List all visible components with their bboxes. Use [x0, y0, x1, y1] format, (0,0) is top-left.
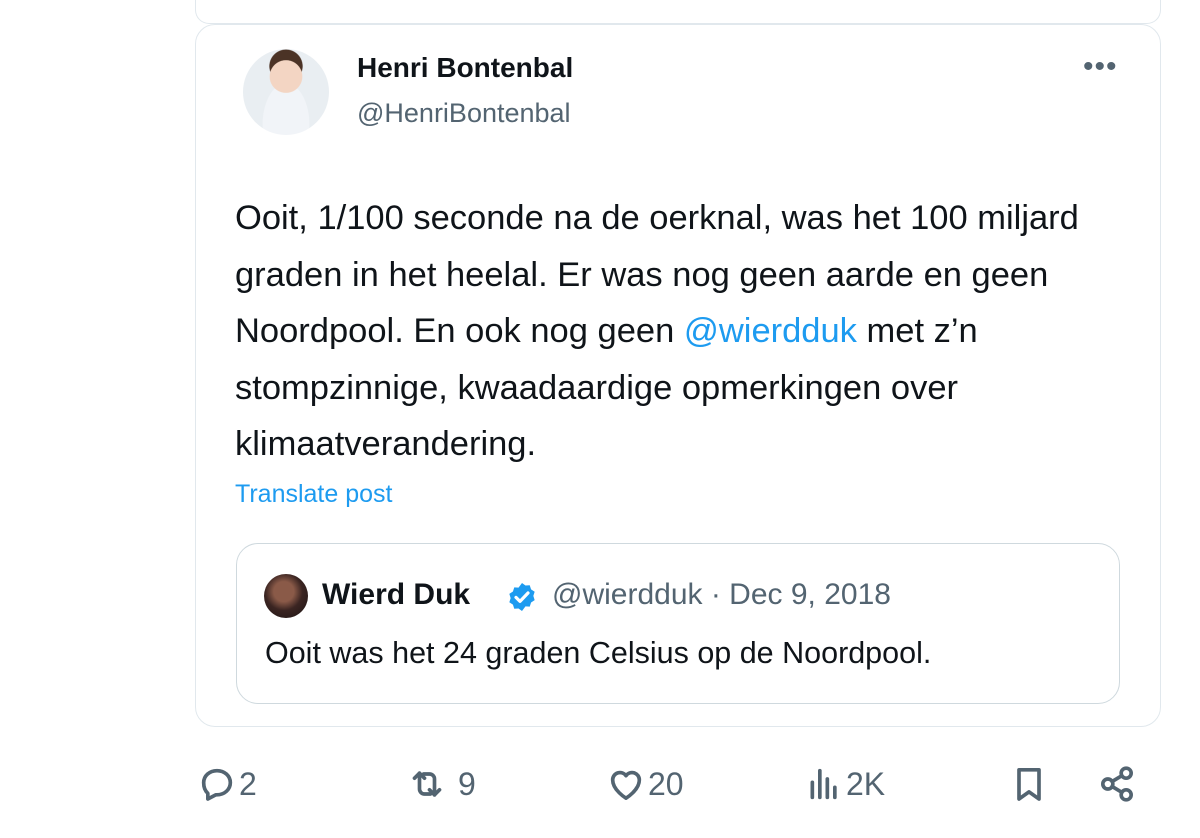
- repost-button[interactable]: 9: [398, 763, 476, 805]
- quoted-post[interactable]: [236, 543, 1120, 704]
- like-icon: [610, 770, 642, 800]
- quoted-text: Ooit was het 24 graden Celsius op de Noo…: [265, 636, 932, 670]
- quoted-handle-date: @wierdduk · Dec 9, 2018: [552, 578, 891, 611]
- share-button[interactable]: [1097, 763, 1137, 805]
- views-button[interactable]: 2K: [804, 763, 885, 805]
- bookmark-button[interactable]: [1009, 763, 1049, 805]
- reply-icon: [201, 768, 233, 801]
- previous-post-frame: [195, 0, 1161, 24]
- translate-post-link[interactable]: Translate post: [235, 480, 392, 509]
- quoted-author-avatar[interactable]: [264, 574, 308, 618]
- verified-badge-icon: [509, 583, 535, 611]
- author-name[interactable]: Henri Bontenbal: [357, 52, 573, 84]
- author-handle[interactable]: @HenriBontenbal: [357, 98, 571, 129]
- like-button[interactable]: 20: [606, 763, 684, 805]
- author-avatar[interactable]: [243, 49, 329, 135]
- bookmark-icon: [1017, 768, 1041, 801]
- mention-link[interactable]: @wierdduk: [684, 312, 857, 350]
- like-count: 20: [648, 765, 684, 802]
- more-icon[interactable]: •••: [1083, 50, 1118, 84]
- views-icon: [810, 768, 837, 800]
- reply-button[interactable]: 2: [197, 763, 257, 805]
- post-text: Ooit, 1/100 seconde na de oerknal, was h…: [235, 190, 1135, 473]
- views-count: 2K: [846, 765, 886, 802]
- quoted-author-name[interactable]: Wierd Duk: [322, 578, 470, 612]
- share-icon: [1101, 766, 1133, 802]
- repost-icon: [412, 771, 442, 797]
- repost-count: 9: [458, 765, 476, 802]
- reply-count: 2: [239, 765, 257, 802]
